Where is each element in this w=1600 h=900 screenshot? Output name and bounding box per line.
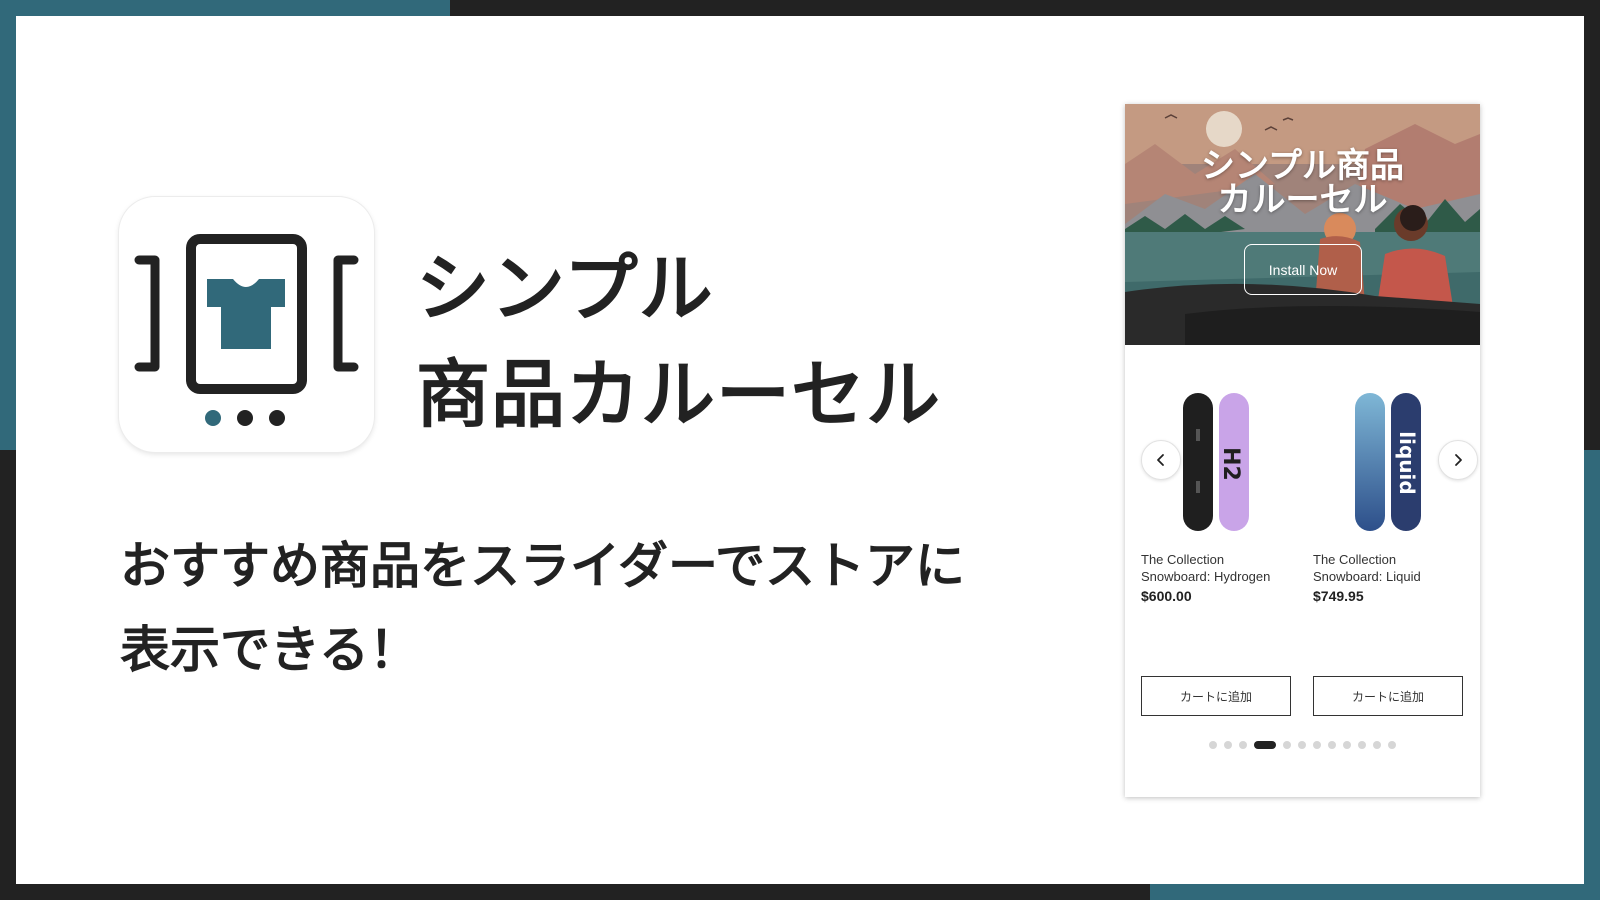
store-preview-mockup: シンプル商品 カルーセル Install Now H2 The Collecti… <box>1125 104 1480 797</box>
chevron-right-icon <box>1455 454 1462 466</box>
page-subtitle-line1: おすすめ商品をスライダーでストアに <box>120 537 965 595</box>
accent-bar-left <box>0 0 16 450</box>
chevron-left-icon <box>1157 454 1164 466</box>
pagination-dot[interactable] <box>1298 741 1306 749</box>
pagination-dot[interactable] <box>1358 741 1366 749</box>
accent-bar-top <box>0 0 450 16</box>
banner-title: シンプル商品 カルーセル <box>1125 149 1480 217</box>
pagination-dot[interactable] <box>1328 741 1336 749</box>
product-name[interactable]: The Collection Snowboard: Liquid <box>1313 551 1463 585</box>
carousel-pagination <box>1125 741 1480 749</box>
product-price: $600.00 <box>1141 588 1192 604</box>
product-image[interactable]: H2 <box>1166 389 1266 534</box>
product-name[interactable]: The Collection Snowboard: Hydrogen <box>1141 551 1291 585</box>
product-price: $749.95 <box>1313 588 1364 604</box>
banner-illustration <box>1125 104 1480 345</box>
page-subtitle: おすすめ商品をスライダーでストアに 表示できる！ <box>120 524 1100 692</box>
pagination-dot[interactable] <box>1343 741 1351 749</box>
install-now-button[interactable]: Install Now <box>1244 244 1362 295</box>
hero-banner: シンプル商品 カルーセル Install Now <box>1125 104 1480 345</box>
pagination-dot-active[interactable] <box>1254 741 1276 749</box>
accent-bar-bottom <box>1150 884 1600 900</box>
pagination-dot[interactable] <box>1388 741 1396 749</box>
page-subtitle-line2: 表示できる！ <box>120 621 419 679</box>
carousel-tshirt-app-icon <box>134 234 359 426</box>
page-title-line1: シンプル <box>416 246 714 332</box>
page-title-line2: 商品カルーセル <box>416 352 941 438</box>
add-to-cart-button[interactable]: カートに追加 <box>1313 676 1463 716</box>
snowboard-liquid-image: liquid <box>1355 393 1421 531</box>
carousel-prev-button[interactable] <box>1141 440 1181 480</box>
pagination-dot[interactable] <box>1239 741 1247 749</box>
promo-canvas: シンプル 商品カルーセル おすすめ商品をスライダーでストアに 表示できる！ シン… <box>16 16 1584 884</box>
pagination-dot[interactable] <box>1224 741 1232 749</box>
page-title: シンプル 商品カルーセル <box>416 236 941 448</box>
banner-title-line2: カルーセル <box>1217 180 1388 220</box>
svg-text:liquid: liquid <box>1395 431 1419 494</box>
product-image[interactable]: liquid <box>1338 389 1438 534</box>
app-icon <box>119 197 374 452</box>
pagination-dot[interactable] <box>1313 741 1321 749</box>
pagination-dot[interactable] <box>1209 741 1217 749</box>
banner-title-line1: シンプル商品 <box>1201 146 1404 186</box>
accent-bar-right <box>1584 450 1600 900</box>
carousel-next-button[interactable] <box>1438 440 1478 480</box>
pagination-dot[interactable] <box>1373 741 1381 749</box>
svg-text:H2: H2 <box>1218 447 1243 481</box>
add-to-cart-button[interactable]: カートに追加 <box>1141 676 1291 716</box>
snowboard-hydrogen-image: H2 <box>1183 393 1249 531</box>
pagination-dot[interactable] <box>1283 741 1291 749</box>
product-carousel: H2 The Collection Snowboard: Hydrogen $6… <box>1125 345 1480 797</box>
